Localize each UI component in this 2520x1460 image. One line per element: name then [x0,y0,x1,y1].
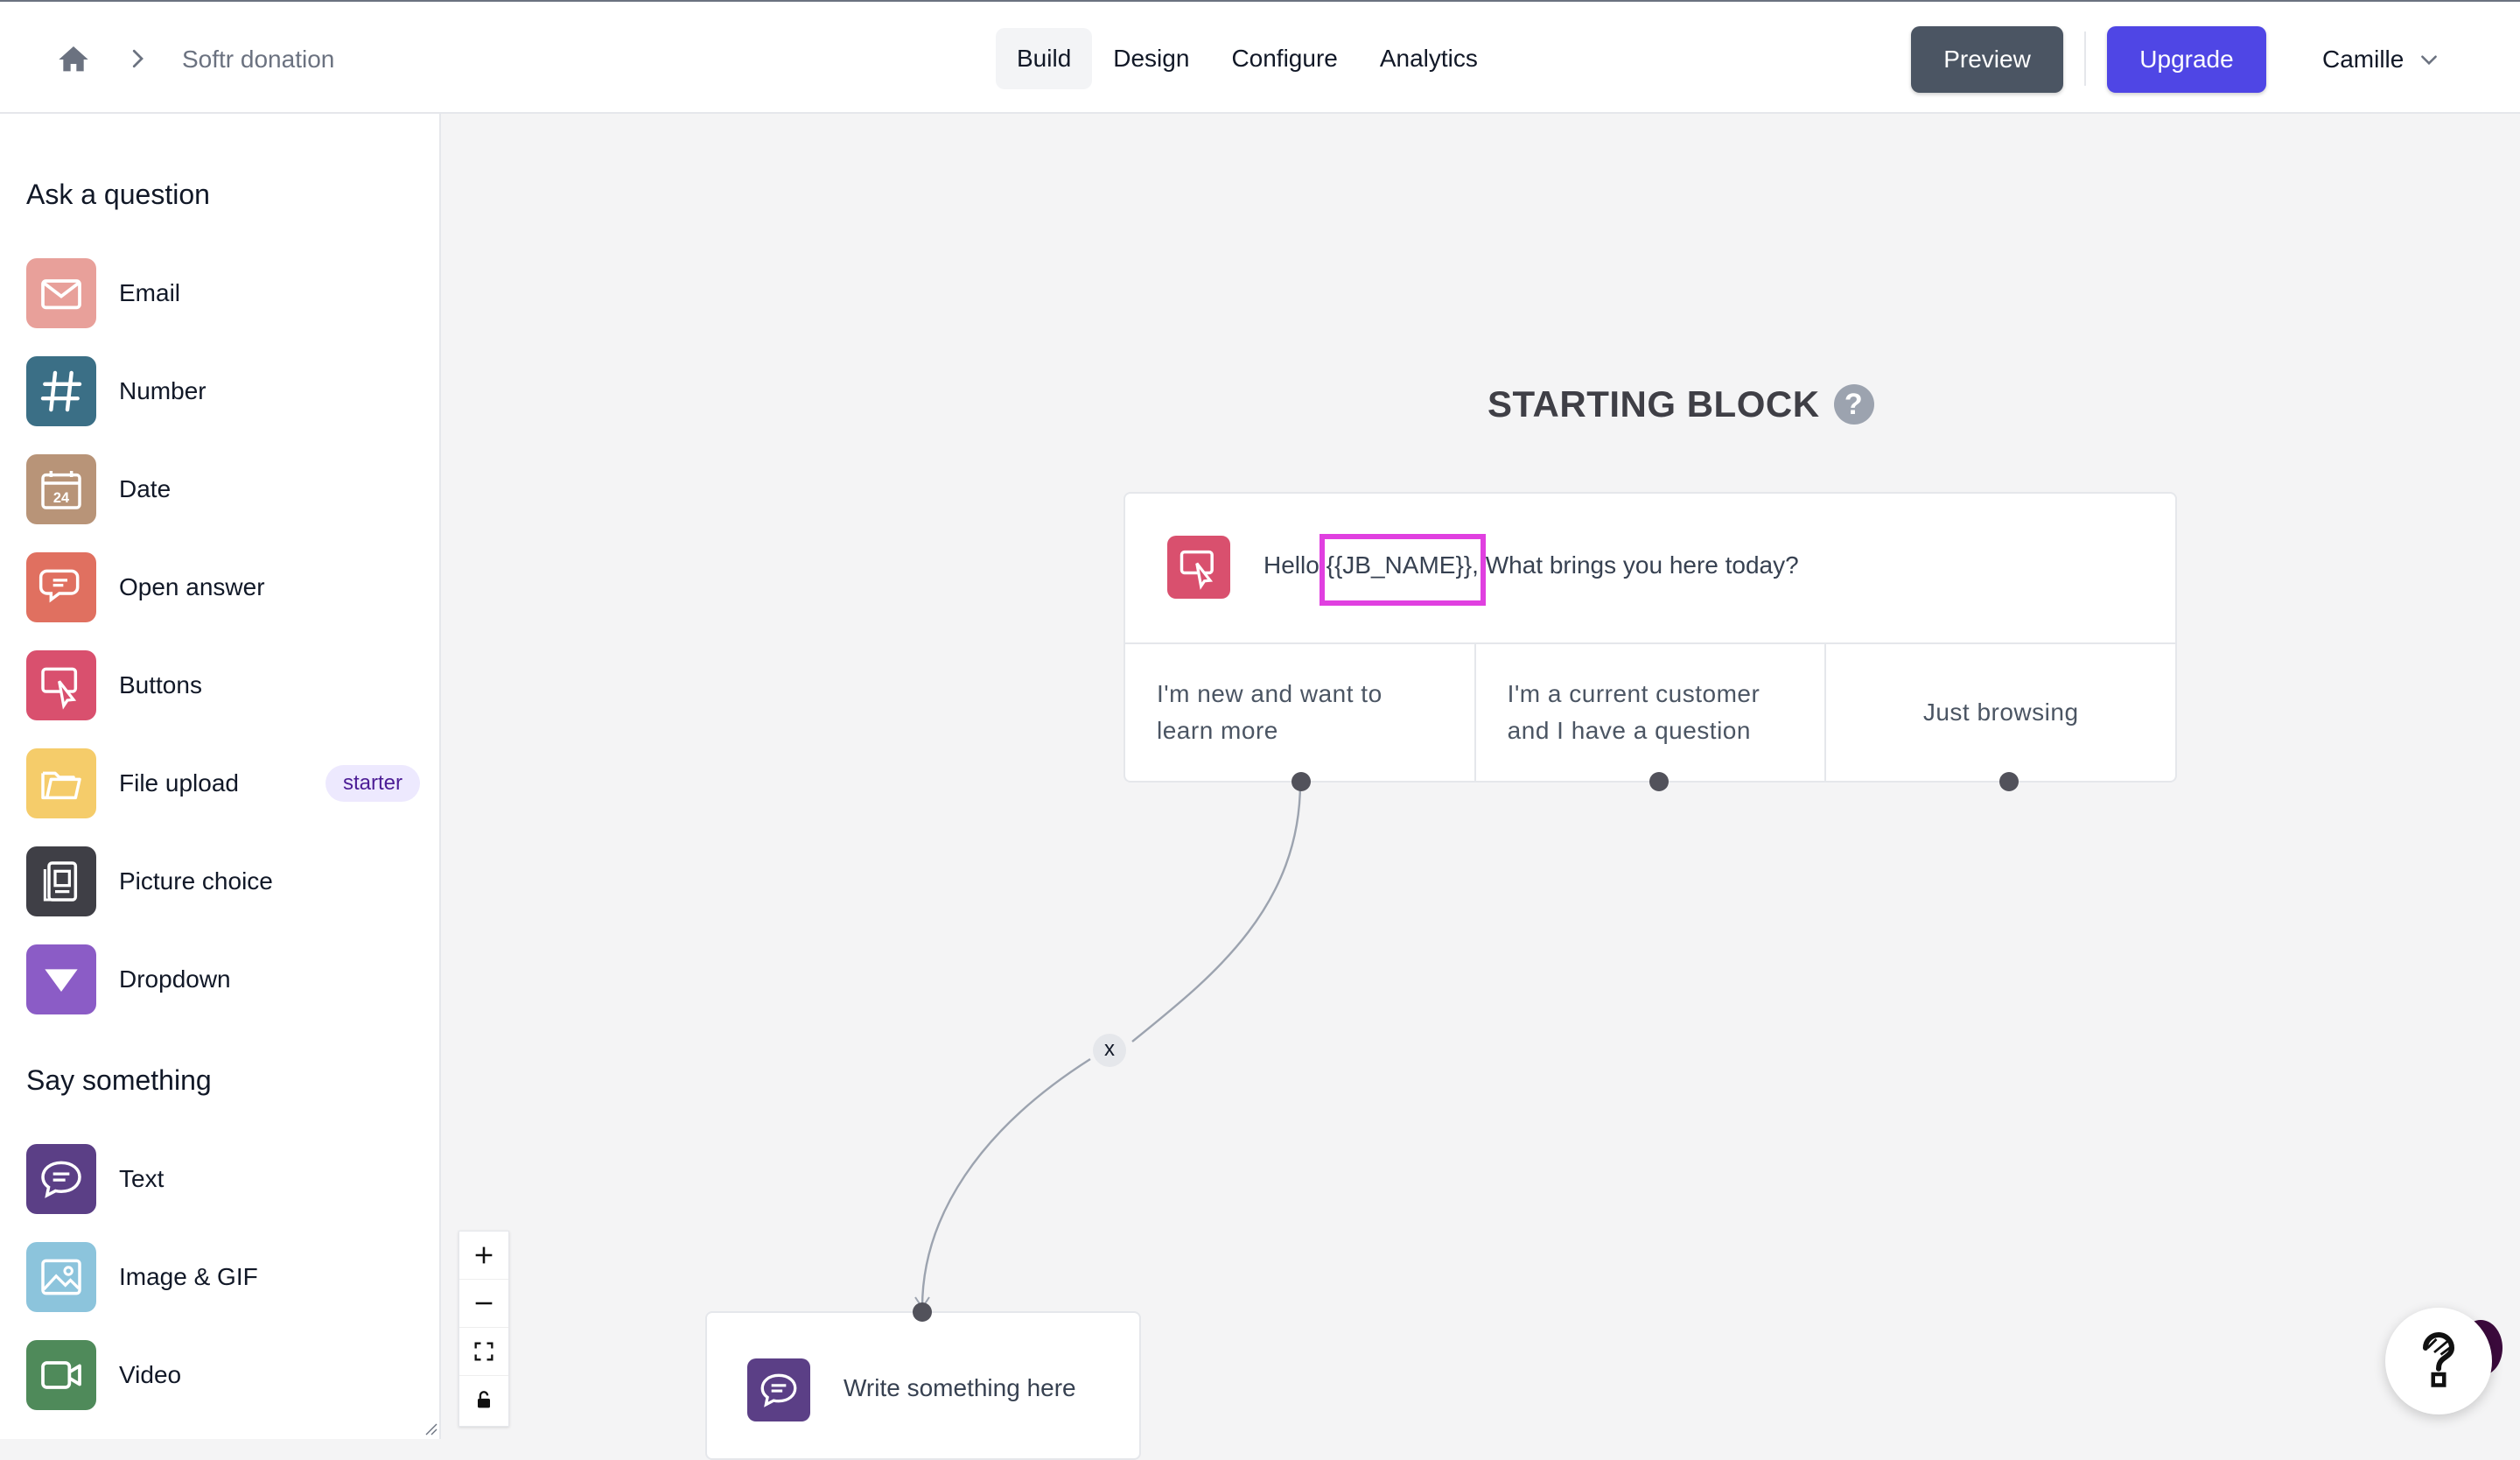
block-input-handle[interactable] [913,1302,932,1322]
speech-bubble-icon [26,1144,96,1214]
sidebar-item-label: Date [119,475,172,502]
sidebar-item-label: Text [119,1165,164,1192]
choice-button-browsing[interactable]: Just browsing [1826,642,2175,783]
cursor-click-icon [1167,536,1230,599]
zoom-in-icon [475,1246,493,1264]
picture-choice-icon [26,846,96,916]
preview-button[interactable]: Preview [1911,26,2063,93]
sidebar-item-label: Open answer [119,573,265,600]
cursor-click-icon [26,650,96,720]
sidebar-item-label: Dropdown [119,965,231,993]
sidebar-item-image-gif[interactable]: Image & GIF [26,1241,420,1313]
image-icon [26,1242,96,1312]
folder-icon [26,748,96,818]
zoom-out-button[interactable] [459,1280,508,1328]
starting-block-choices: I'm new and want to learn more I'm a cur… [1125,642,2175,783]
user-menu[interactable]: Camille [2322,42,2440,77]
ask-question-title: Ask a question [26,179,210,210]
choice-output-handle[interactable] [1292,772,1311,791]
sidebar-item-email[interactable]: Email [26,257,420,329]
dropdown-icon [26,944,96,1014]
help-button[interactable] [2385,1308,2492,1414]
sidebar-item-dropdown[interactable]: Dropdown [26,944,420,1015]
starting-block-heading: STARTING BLOCK ? [1488,383,1874,425]
question-mark-help-icon [2423,1332,2455,1387]
tab-build[interactable]: Build [996,28,1093,89]
sidebar-item-label: Number [119,377,206,404]
chevron-right-icon [132,49,144,68]
chevron-down-icon [2421,55,2438,66]
fit-view-icon [474,1342,494,1361]
sidebar-item-label: Buttons [119,671,202,698]
block-palette-sidebar: Ask a question Email Number 24 Date Open… [0,114,441,1439]
hash-icon [26,356,96,426]
sidebar-item-label: Picture choice [119,867,273,895]
text-block-card[interactable]: Write something here [705,1311,1141,1460]
tab-design[interactable]: Design [1092,28,1210,89]
svg-text:24: 24 [53,490,69,506]
breadcrumb-title[interactable]: Softr donation [182,42,334,77]
sidebar-item-file-upload[interactable]: File upload starter [26,748,420,819]
home-icon[interactable] [56,42,91,77]
zoom-out-icon [475,1302,493,1305]
starting-block-title: STARTING BLOCK [1488,383,1820,425]
sidebar-item-label: Image & GIF [119,1263,258,1290]
header-divider [2084,32,2086,86]
speech-bubble-icon [747,1358,810,1421]
sidebar-item-picture-choice[interactable]: Picture choice [26,846,420,917]
zoom-controls [458,1231,509,1427]
sidebar-item-number[interactable]: Number [26,355,420,427]
text-block-placeholder[interactable]: Write something here [844,1374,1076,1402]
starting-block-card[interactable]: Hello {{JB_NAME}}, What brings you here … [1124,492,2177,783]
remove-connection-button[interactable]: x [1093,1034,1126,1067]
sidebar-item-label: Video [119,1361,182,1388]
fit-view-button[interactable] [459,1328,508,1376]
sidebar-item-date[interactable]: 24 Date [26,453,420,525]
choice-button-customer[interactable]: I'm a current customer and I have a ques… [1476,642,1827,783]
lock-icon [478,1391,490,1408]
top-bar: Softr donation Build Design Configure An… [0,0,2520,114]
email-icon [26,258,96,328]
zoom-in-button[interactable] [459,1232,508,1280]
sidebar-item-buttons[interactable]: Buttons [26,649,420,721]
calendar-icon: 24 [26,454,96,524]
say-something-title: Say something [26,1064,212,1096]
user-name: Camille [2322,46,2404,73]
sidebar-item-label: Email [119,279,181,306]
lock-view-button[interactable] [459,1376,508,1423]
main-nav: Build Design Configure Analytics [996,28,1499,89]
sidebar-item-text[interactable]: Text [26,1143,420,1215]
tab-analytics[interactable]: Analytics [1359,28,1499,89]
choice-button-new[interactable]: I'm new and want to learn more [1125,642,1476,783]
message-suffix: What brings you here today? [1478,551,1799,579]
resize-handle-icon[interactable] [424,1421,438,1435]
sidebar-item-label: File upload [119,769,239,797]
plan-badge: starter [325,765,420,802]
starting-block-header: Hello {{JB_NAME}}, What brings you here … [1125,494,2175,644]
upgrade-button[interactable]: Upgrade [2107,26,2266,93]
sidebar-item-video[interactable]: Video [26,1339,420,1411]
video-camera-icon [26,1340,96,1410]
choice-output-handle[interactable] [1649,772,1669,791]
choice-output-handle[interactable] [1999,772,2019,791]
chat-bubbles-icon [26,552,96,622]
help-circle-icon[interactable]: ? [1833,384,1874,425]
variable-highlight-box [1320,534,1486,606]
message-prefix: Hello [1264,551,1326,579]
sidebar-item-open-answer[interactable]: Open answer [26,551,420,623]
tab-configure[interactable]: Configure [1210,28,1358,89]
